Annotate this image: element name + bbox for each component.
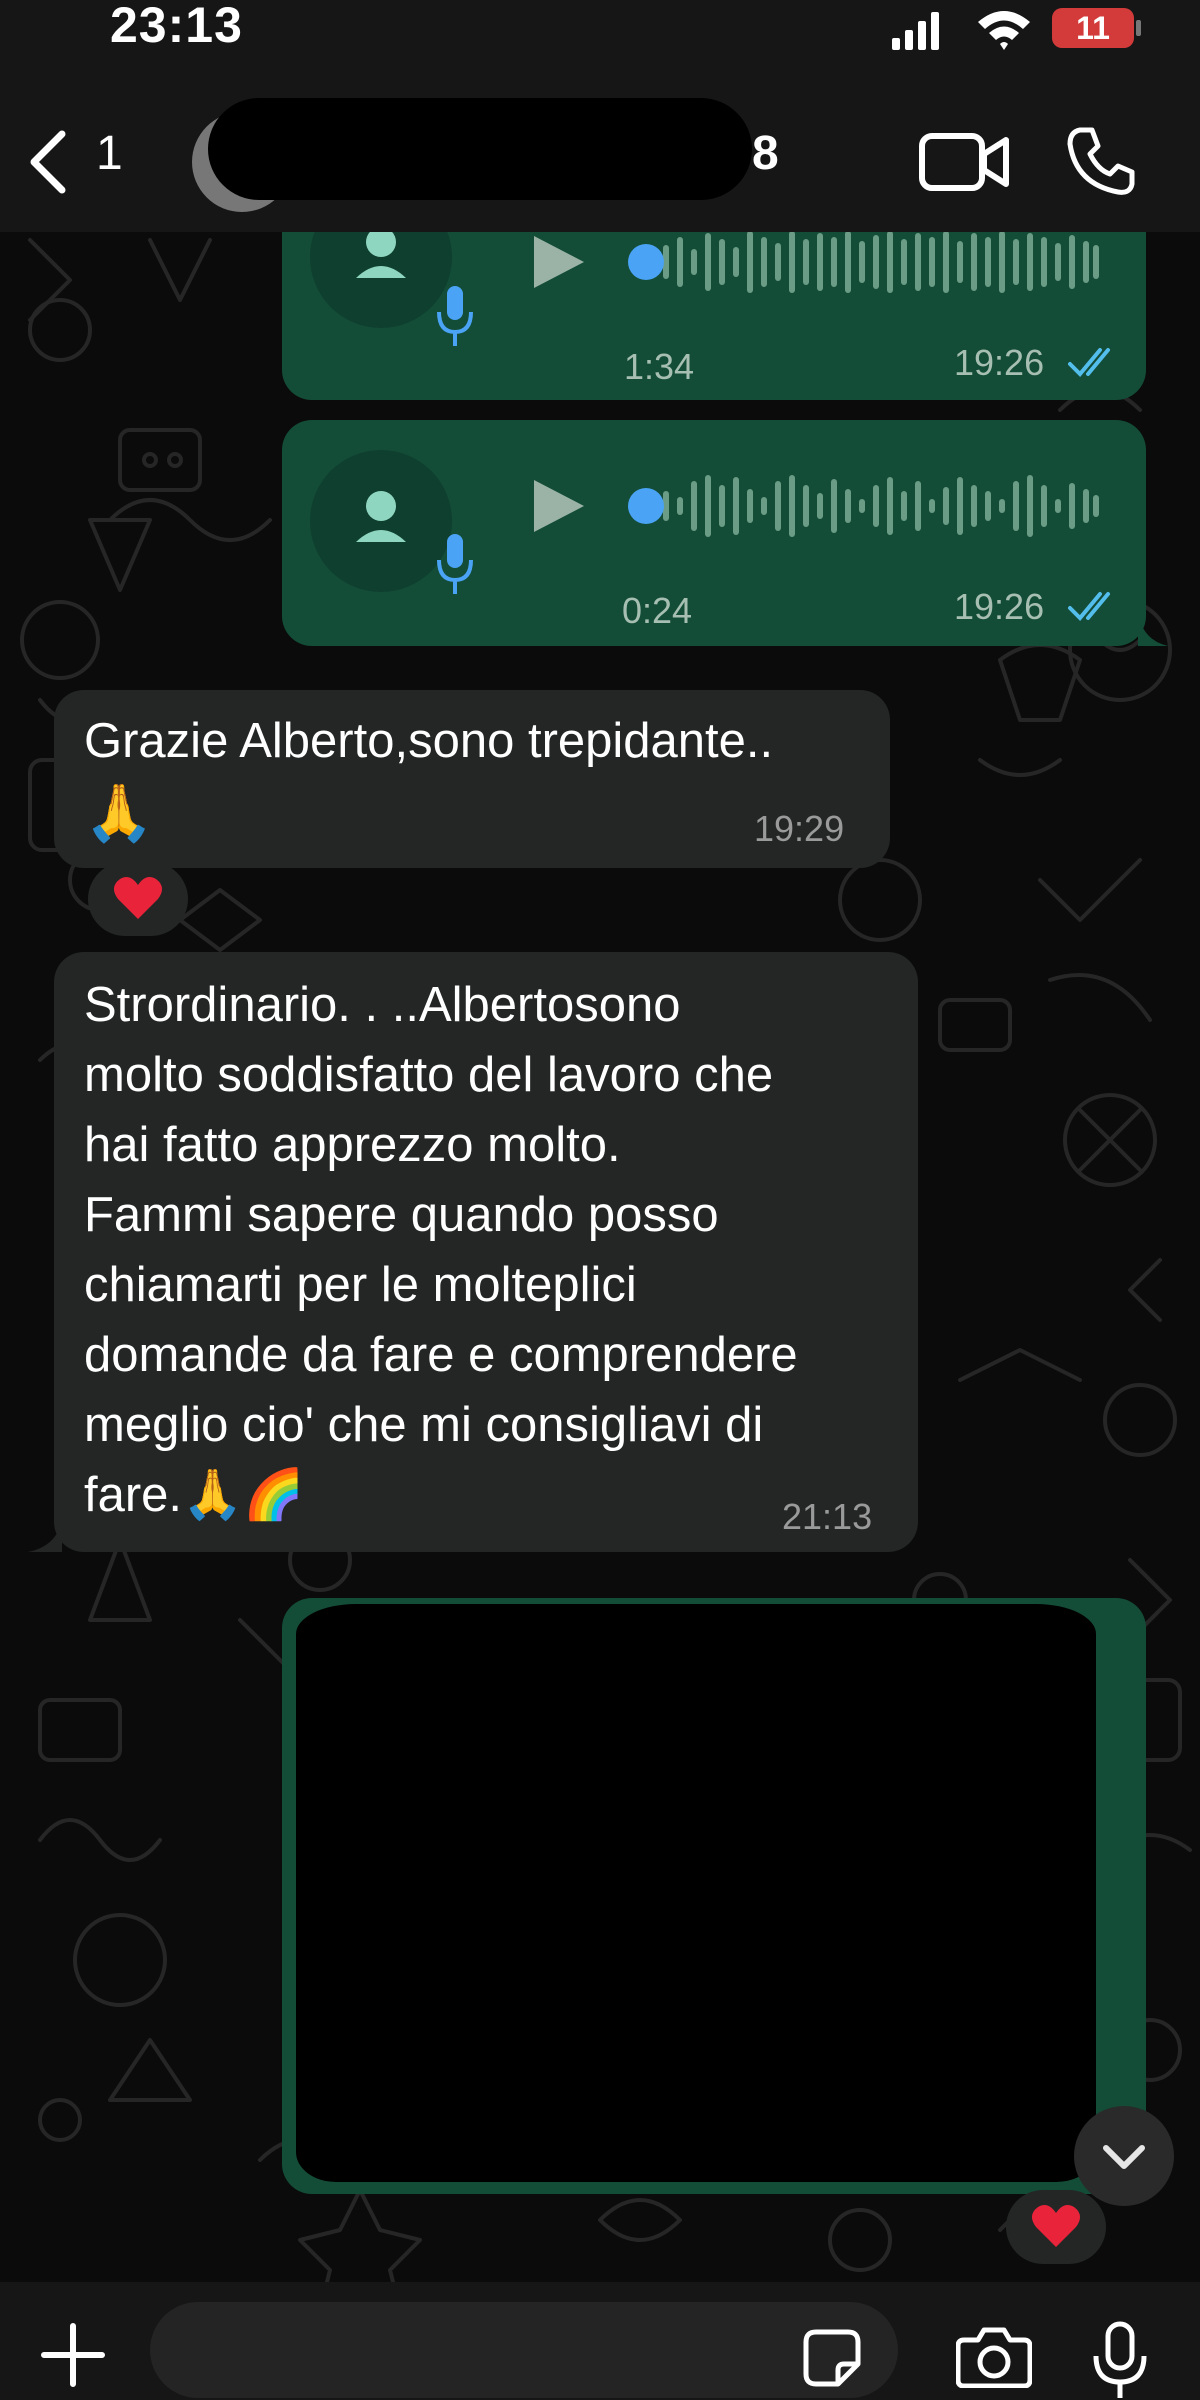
status-time: 23:13	[110, 0, 243, 53]
message-line: fare.🙏🌈	[84, 1468, 305, 1522]
battery-cap	[1136, 20, 1141, 36]
voice-message-2[interactable]: 0:24 19:26	[282, 420, 1146, 646]
camera-icon[interactable]	[956, 2326, 1032, 2388]
message-line: meglio cio' che mi consigliavi di	[84, 1398, 764, 1452]
message-line: Fammi sapere quando posso	[84, 1188, 719, 1242]
message-time: 19:26	[954, 586, 1045, 627]
playhead	[628, 244, 664, 280]
message-line: domande da fare e comprendere	[84, 1328, 798, 1382]
scroll-to-bottom-button[interactable]	[1074, 2106, 1174, 2206]
message-time: 21:13	[782, 1496, 873, 1537]
incoming-message-1[interactable]: Grazie Alberto,sono trepidante.. 🙏 19:29	[54, 690, 890, 868]
plus-icon[interactable]	[40, 2322, 106, 2388]
voice-duration: 0:24	[622, 590, 693, 631]
bubble-tail	[1138, 612, 1168, 646]
cellular-signal-icon	[892, 12, 939, 50]
heart-icon	[1031, 2205, 1081, 2247]
heart-icon	[113, 877, 163, 919]
message-text: Grazie Alberto,sono trepidante.. 🙏	[84, 706, 773, 850]
message-line: chiamarti per le molteplici	[84, 1258, 637, 1312]
message-time: 19:29	[754, 808, 845, 849]
battery-level: 11	[1076, 10, 1110, 46]
play-icon[interactable]	[530, 232, 588, 292]
unread-count[interactable]: 1	[96, 126, 123, 181]
message-line: Grazie Alberto,sono trepidante..	[84, 714, 774, 768]
chevron-down-icon	[1103, 2145, 1145, 2169]
wifi-icon	[978, 11, 1030, 50]
waveform[interactable]	[626, 466, 1106, 546]
video-call-icon[interactable]	[918, 130, 1010, 194]
bubble-tail	[28, 1518, 62, 1552]
message-line: Strordinario. . ..Albertosono	[84, 978, 681, 1032]
microphone-icon	[437, 534, 473, 594]
phone-call-icon[interactable]	[1064, 124, 1138, 198]
message-text: Strordinario. . ..Albertosono molto sodd…	[84, 970, 798, 1530]
contact-name-redacted[interactable]	[208, 98, 752, 200]
voice-duration: 1:34	[624, 346, 695, 387]
media-redacted[interactable]	[296, 1604, 1096, 2182]
chat-header: 1 8	[0, 80, 1200, 232]
microphone-icon	[437, 286, 473, 346]
read-receipt-icon	[1068, 592, 1110, 621]
play-icon[interactable]	[530, 476, 588, 536]
status-bar: 23:13 11	[0, 0, 1200, 80]
message-input[interactable]	[150, 2302, 898, 2398]
sticker-icon[interactable]	[802, 2328, 862, 2388]
read-receipt-icon	[1068, 348, 1110, 377]
person-icon	[356, 491, 406, 542]
reaction-badge[interactable]	[88, 862, 188, 936]
waveform[interactable]	[626, 222, 1106, 302]
microphone-icon[interactable]	[1092, 2320, 1148, 2400]
incoming-message-2[interactable]: Strordinario. . ..Albertosono molto sodd…	[54, 952, 918, 1552]
message-time: 19:26	[954, 342, 1045, 383]
message-line: hai fatto apprezzo molto.	[84, 1118, 621, 1172]
back-chevron-icon[interactable]	[26, 130, 68, 194]
message-line: 🙏	[84, 781, 154, 844]
message-line: molto soddisfatto del lavoro che	[84, 1048, 774, 1102]
sender-avatar	[310, 450, 452, 592]
playhead	[628, 488, 664, 524]
contact-name-suffix[interactable]: 8	[752, 126, 779, 181]
outgoing-media-message[interactable]	[282, 1598, 1146, 2194]
composer-bar	[0, 2282, 1200, 2400]
